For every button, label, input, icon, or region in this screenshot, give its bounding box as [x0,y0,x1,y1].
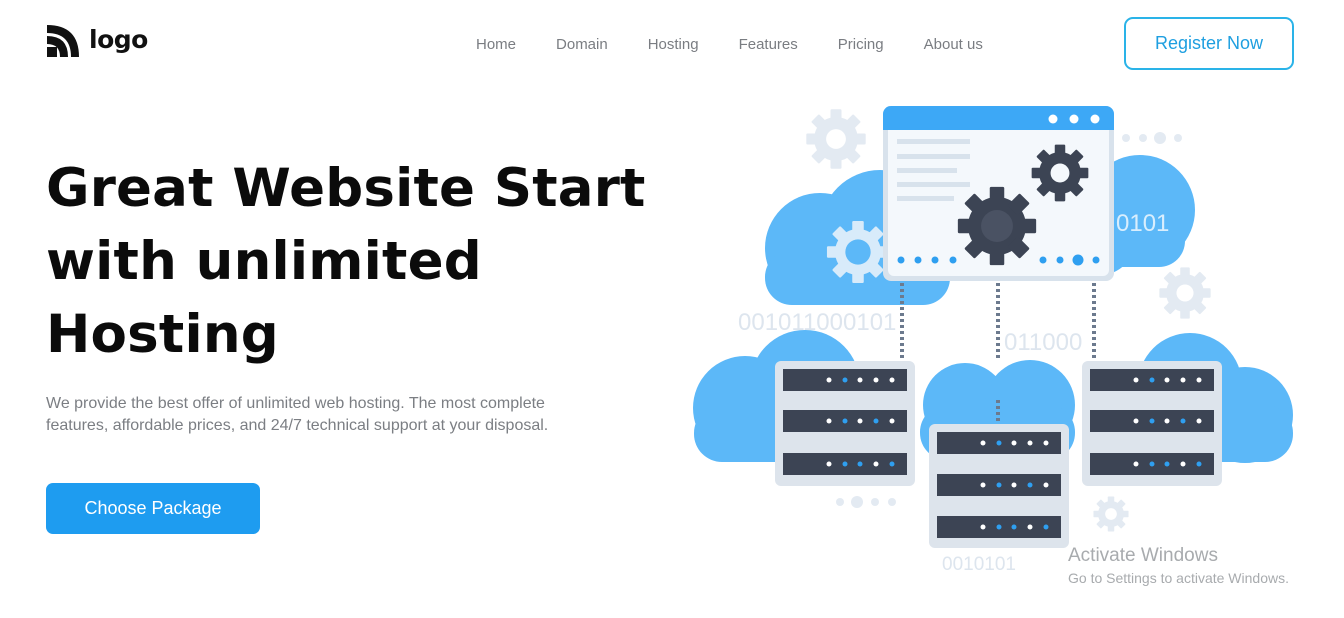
windows-activation-watermark: Activate Windows Go to Settings to activ… [1068,545,1289,588]
nav-link-hosting[interactable]: Hosting [648,35,699,55]
nav-link-about-us[interactable]: About us [924,35,983,55]
server-icon [1082,361,1222,486]
server-icon [775,361,915,486]
nav-link-domain[interactable]: Domain [556,35,608,55]
binary-text: 011000 [1004,329,1082,356]
hero-title-line-2: with unlimited [46,231,482,292]
logo-link[interactable]: logo [45,23,148,59]
gear-icon [1159,267,1211,319]
gear-icon [806,109,866,169]
hero-title-line-3: Hosting [46,304,279,365]
nav-link-home[interactable]: Home [476,35,516,55]
watermark-subtitle: Go to Settings to activate Windows. [1068,570,1289,586]
main-nav: Home Domain Hosting Features Pricing Abo… [476,35,1023,55]
hero-description: We provide the best offer of unlimited w… [46,395,549,434]
nav-link-pricing[interactable]: Pricing [838,35,884,55]
browser-window-icon [883,106,1114,281]
gear-icon [1093,496,1129,532]
register-now-button[interactable]: Register Now [1124,17,1294,70]
landing-page: logo Home Domain Hosting Features Pricin… [0,0,1344,618]
gear-icon [826,220,890,284]
logo-text: logo [89,24,148,54]
nav-link-features[interactable]: Features [739,35,798,55]
hosting-illustration: 001011000101 011000 0010101 0101 [693,106,1293,575]
watermark-title: Activate Windows [1068,545,1218,566]
server-icon [929,424,1069,548]
binary-text: 0101 [1116,210,1169,237]
binary-text: 0010101 [942,554,1016,575]
choose-package-button[interactable]: Choose Package [46,483,260,534]
hero-title-line-1: Great Website Start [46,158,646,219]
logo-icon [47,25,79,57]
hero-title: Great Website Start with unlimited Hosti… [46,152,646,371]
